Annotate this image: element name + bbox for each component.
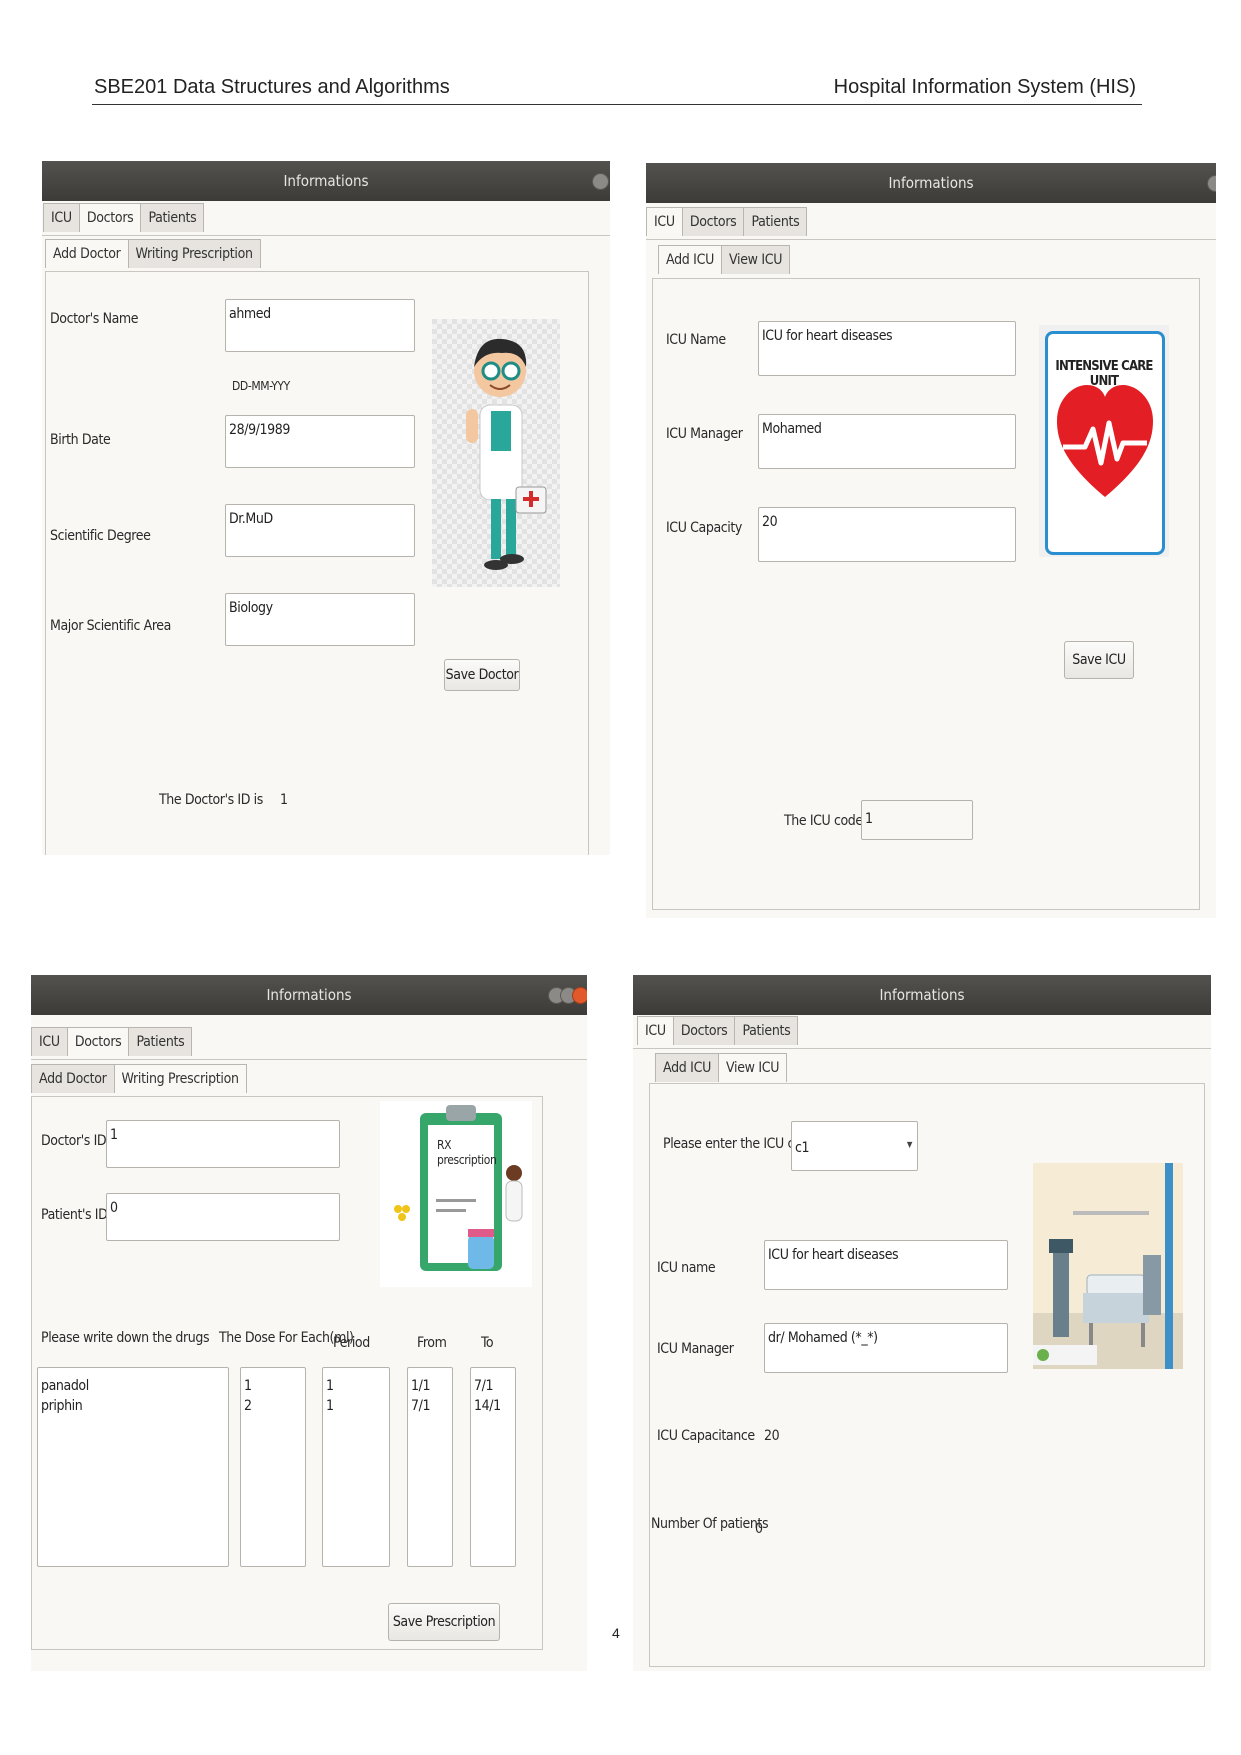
icu-name-label: ICU Name <box>666 332 726 348</box>
tab-patients[interactable]: Patients <box>734 1016 799 1045</box>
date-format-hint: DD-MM-YYY <box>232 379 290 393</box>
icu-capacity-input[interactable]: 20 <box>758 507 1016 562</box>
tab-doctors[interactable]: Doctors <box>672 1016 736 1045</box>
subtab-view-icu[interactable]: View ICU <box>718 1053 788 1082</box>
window-title: Informations <box>266 986 352 1004</box>
tab-icu[interactable]: ICU <box>43 203 80 232</box>
tab-patients[interactable]: Patients <box>743 207 808 236</box>
doctor-id-label: The Doctor's ID is <box>159 792 263 808</box>
close-button[interactable] <box>572 987 587 1004</box>
icu-capacitance-label: ICU Capacitance <box>657 1428 755 1444</box>
course-title: SBE201 Data Structures and Algorithms <box>94 76 450 98</box>
subtab-add-doctor[interactable]: Add Doctor <box>31 1064 115 1093</box>
doctor-illustration <box>432 319 560 587</box>
window-title: Informations <box>888 174 974 192</box>
window-titlebar: Informations <box>31 975 587 1015</box>
window-title: Informations <box>879 986 965 1004</box>
window-title: Informations <box>283 172 369 190</box>
tab-doctors[interactable]: Doctors <box>66 1027 130 1056</box>
period-label: Period <box>333 1335 370 1351</box>
rx-prescription-text: RX prescription <box>437 1138 497 1167</box>
icu-capacity-label: ICU Capacity <box>666 520 742 536</box>
icu-name-output: ICU for heart diseases <box>764 1240 1008 1290</box>
add-doctor-window: Informations ICU Doctors Patients Add Do… <box>42 161 610 855</box>
icu-code-selected: c1 <box>795 1140 810 1156</box>
writing-prescription-window: Informations ICU Doctors Patients Add Do… <box>31 975 587 1671</box>
icu-manager-label: ICU Manager <box>666 426 743 442</box>
doctor-id-input[interactable]: 1 <box>106 1120 340 1168</box>
scientific-degree-input[interactable]: Dr.MuD <box>225 504 415 557</box>
window-titlebar: Informations <box>646 163 1216 203</box>
view-icu-window: Informations ICU Doctors Patients Add IC… <box>633 975 1211 1671</box>
icu-room-illustration <box>1033 1163 1183 1369</box>
minimize-button[interactable] <box>592 173 609 190</box>
icu-manager-input[interactable]: Mohamed <box>758 414 1016 469</box>
from-label: From <box>417 1335 447 1351</box>
dose-textarea[interactable]: 1 2 <box>240 1367 306 1567</box>
icu-manager-output: dr/ Mohamed (*_*) <box>764 1323 1008 1373</box>
tab-patients[interactable]: Patients <box>128 1027 193 1056</box>
window-titlebar: Informations <box>42 161 610 201</box>
subtab-add-icu[interactable]: Add ICU <box>658 245 722 274</box>
doctor-id-label: Doctor's ID <box>41 1133 107 1149</box>
number-of-patients-value: 0 <box>755 1521 763 1537</box>
subtab-writing-prescription[interactable]: Writing Prescription <box>127 239 261 268</box>
number-of-patients-label: Number Of patients <box>651 1516 769 1532</box>
icu-capacitance-value: 20 <box>764 1428 780 1444</box>
icu-manager-label: ICU Manager <box>657 1341 734 1357</box>
tab-icu[interactable]: ICU <box>646 207 683 236</box>
birth-date-label: Birth Date <box>50 432 111 448</box>
scientific-degree-label: Scientific Degree <box>50 528 151 544</box>
subtab-writing-prescription[interactable]: Writing Prescription <box>113 1064 247 1093</box>
window-titlebar: Informations <box>633 975 1211 1015</box>
project-title: Hospital Information System (HIS) <box>833 76 1136 98</box>
icu-name-label: ICU name <box>657 1260 716 1276</box>
icu-code-output: 1 <box>861 800 973 840</box>
prescription-illustration <box>380 1101 532 1287</box>
doctor-name-label: Doctor's Name <box>50 311 139 327</box>
patient-id-input[interactable]: 0 <box>106 1193 340 1241</box>
icu-sign-image: INTENSIVE CARE UNIT <box>1039 325 1169 557</box>
save-icu-button[interactable]: Save ICU <box>1064 641 1134 679</box>
tab-icu[interactable]: ICU <box>637 1016 674 1045</box>
drugs-textarea[interactable]: panadol priphin <box>37 1367 229 1567</box>
dropdown-arrow-icon: ▼ <box>906 1140 913 1149</box>
major-area-input[interactable]: Biology <box>225 593 415 646</box>
drugs-label: Please write down the drugs <box>41 1330 210 1346</box>
tab-icu[interactable]: ICU <box>31 1027 68 1056</box>
period-textarea[interactable]: 1 1 <box>322 1367 390 1567</box>
subtab-add-doctor[interactable]: Add Doctor <box>45 239 129 268</box>
save-doctor-button[interactable]: Save Doctor <box>444 659 520 691</box>
patient-id-label: Patient's ID <box>41 1207 108 1223</box>
major-area-label: Major Scientific Area <box>50 618 171 634</box>
save-prescription-button[interactable]: Save Prescription <box>388 1603 500 1641</box>
icu-code-select[interactable]: c1 ▼ <box>791 1121 918 1171</box>
heart-icon <box>1057 385 1153 497</box>
icu-name-input[interactable]: ICU for heart diseases <box>758 321 1016 376</box>
doctor-name-input[interactable]: ahmed <box>225 299 415 352</box>
to-label: To <box>481 1335 494 1351</box>
add-icu-window: Informations ICU Doctors Patients Add IC… <box>646 163 1216 918</box>
subtab-add-icu[interactable]: Add ICU <box>655 1053 719 1082</box>
subtab-view-icu[interactable]: View ICU <box>721 245 791 274</box>
birth-date-input[interactable]: 28/9/1989 <box>225 415 415 468</box>
doctor-id-value: 1 <box>280 792 288 808</box>
from-textarea[interactable]: 1/1 7/1 <box>407 1367 453 1567</box>
tab-doctors[interactable]: Doctors <box>681 207 745 236</box>
page-number: 4 <box>612 1625 620 1641</box>
document-header: SBE201 Data Structures and Algorithms Ho… <box>92 74 1142 105</box>
tab-patients[interactable]: Patients <box>140 203 205 232</box>
tab-doctors[interactable]: Doctors <box>78 203 142 232</box>
to-textarea[interactable]: 7/1 14/1 <box>470 1367 516 1567</box>
